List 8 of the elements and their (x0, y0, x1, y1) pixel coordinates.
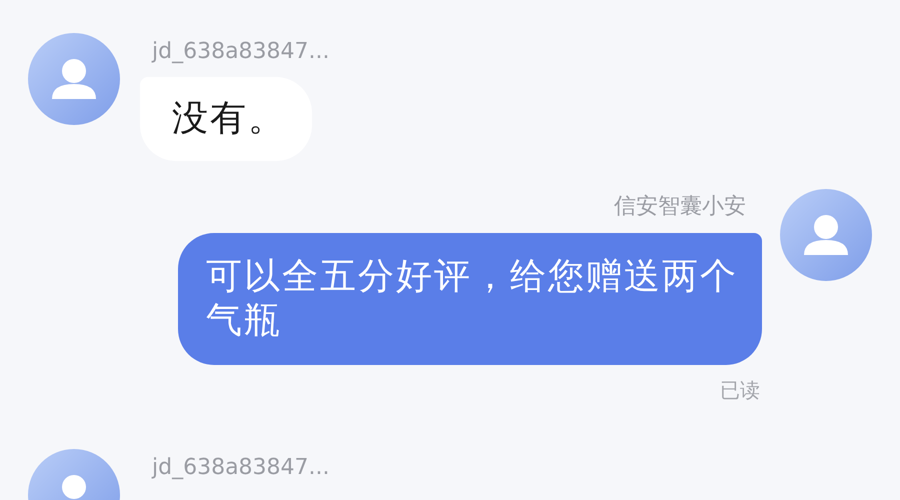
message-bubble: 没有。 (140, 77, 312, 161)
message-bubble: 可以全五分好评，给您赠送两个气瓶 (178, 233, 762, 365)
sender-name: 信安智囊小安 (614, 193, 746, 221)
sender-name: jd_638a83847... (152, 38, 330, 66)
sender-name: jd_638a83847... (152, 454, 330, 482)
avatar-icon (780, 189, 872, 281)
read-status: 已读 (720, 379, 760, 401)
avatar-icon (28, 33, 120, 125)
